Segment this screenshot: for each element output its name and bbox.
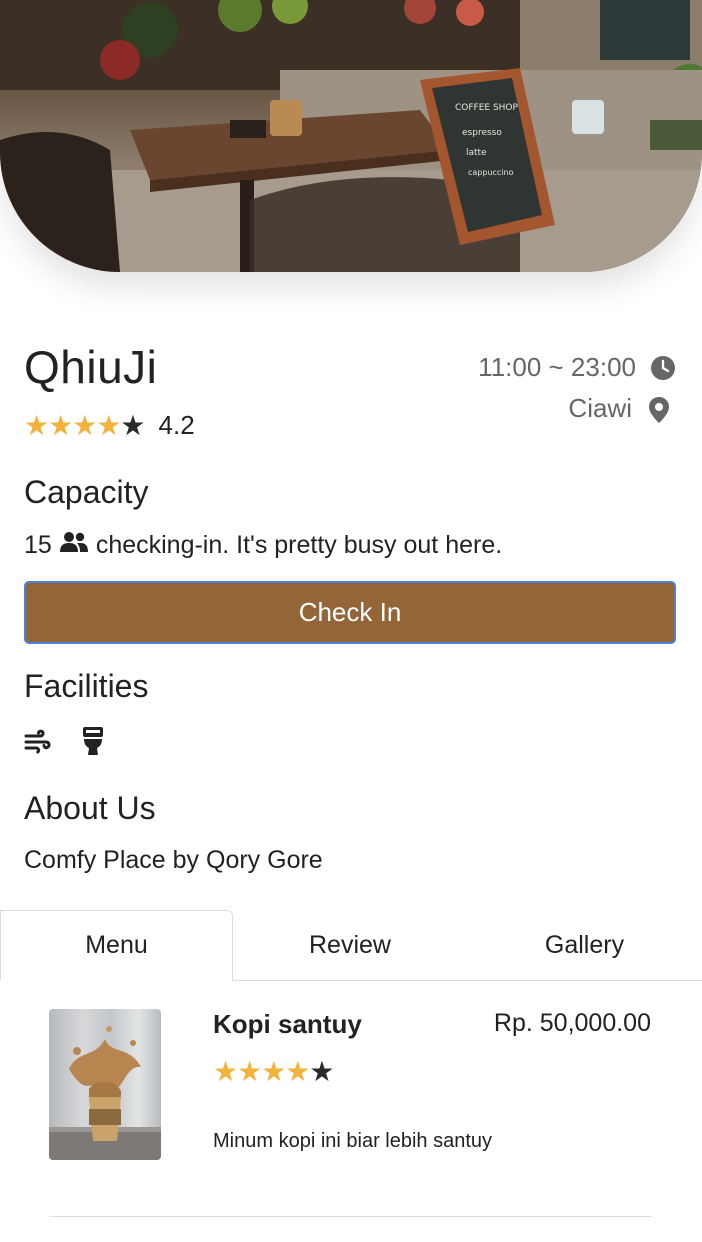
capacity-status: 15 checking-in. It's pretty busy out her… <box>24 531 502 560</box>
capacity-title: Capacity <box>24 474 149 510</box>
menu-item-price: Rp. 50,000.00 <box>493 1009 651 1037</box>
menu-item-description: Minum kopi ini biar lebih santuy <box>213 1130 493 1152</box>
menu-item-filled-stars: ★★★★ <box>213 1056 310 1087</box>
rating-value: 4.2 <box>158 410 195 440</box>
svg-text:cappuccino: cappuccino <box>468 168 514 177</box>
people-icon <box>59 531 88 560</box>
facilities-title: Facilities <box>24 668 149 704</box>
wind-icon <box>24 728 52 759</box>
cafe-detail-page: COFFEE SHOP espresso latte cappuccino Qh… <box>0 0 702 1242</box>
empty-star: ★ <box>120 409 145 441</box>
toilet-icon <box>82 726 104 761</box>
svg-text:espresso: espresso <box>462 128 502 138</box>
location-text: Ciawi <box>568 393 632 423</box>
tab-review[interactable]: Review <box>233 910 467 981</box>
check-in-button[interactable]: Check In <box>24 581 676 644</box>
menu-divider <box>49 1216 651 1217</box>
filled-stars: ★★★★ <box>24 409 121 441</box>
tab-menu[interactable]: Menu <box>0 910 233 981</box>
menu-item-image <box>49 1009 161 1160</box>
clock-icon <box>650 355 676 381</box>
rating-stars: ★★★★★ <box>24 409 146 441</box>
cafe-name: QhiuJi <box>24 341 158 393</box>
hours-text: 11:00 ~ 23:00 <box>478 352 636 382</box>
capacity-count: 15 <box>24 531 52 559</box>
svg-text:COFFEE SHOP: COFFEE SHOP <box>455 103 519 113</box>
menu-item-name: Kopi santuy <box>213 1009 362 1039</box>
location: Ciawi <box>568 393 674 424</box>
cafe-rating: ★★★★★ 4.2 <box>24 410 195 441</box>
opening-hours: 11:00 ~ 23:00 <box>478 352 676 383</box>
map-pin-icon <box>648 396 674 423</box>
menu-item-empty-star: ★ <box>309 1056 334 1087</box>
capacity-text: checking-in. It's pretty busy out here. <box>95 531 503 559</box>
tab-gallery[interactable]: Gallery <box>467 910 702 981</box>
tab-bar: Menu Review Gallery <box>0 910 702 982</box>
facilities-list <box>24 726 104 761</box>
hero-image: COFFEE SHOP espresso latte cappuccino <box>0 0 702 272</box>
svg-text:latte: latte <box>466 148 487 158</box>
about-title: About Us <box>24 790 156 826</box>
menu-item-rating: ★★★★★ <box>213 1056 335 1087</box>
about-text: Comfy Place by Qory Gore <box>24 846 323 874</box>
cafe-photo: COFFEE SHOP espresso latte cappuccino <box>0 0 702 272</box>
